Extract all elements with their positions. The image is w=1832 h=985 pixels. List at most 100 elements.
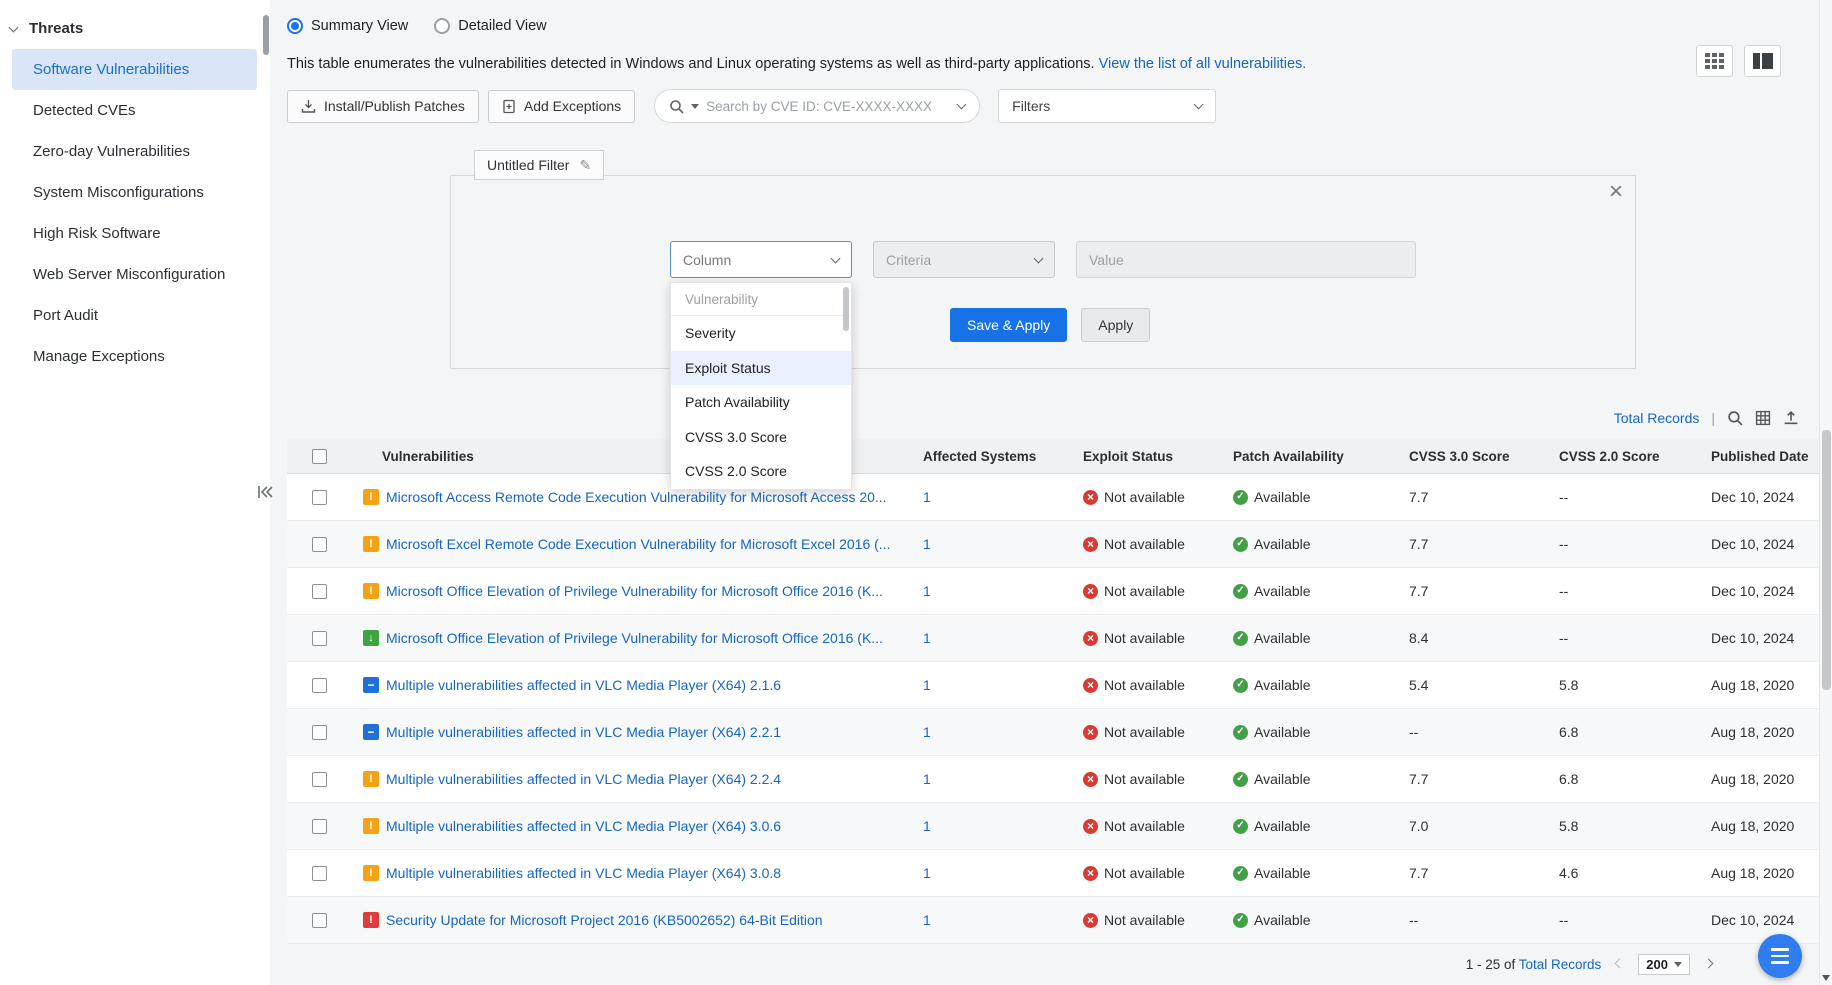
row-checkbox[interactable] <box>312 866 327 881</box>
previous-page-icon[interactable] <box>1615 958 1625 968</box>
cvss3-value: 7.7 <box>1397 536 1547 552</box>
page-scrollbar[interactable] <box>1819 0 1832 985</box>
column-select[interactable]: Column <box>670 241 852 278</box>
table-tools: Total Records | <box>1614 410 1799 426</box>
header-cvss2[interactable]: CVSS 2.0 Score <box>1547 449 1699 464</box>
row-checkbox[interactable] <box>312 631 327 646</box>
vulnerability-link[interactable]: Microsoft Office Elevation of Privilege … <box>386 630 883 646</box>
split-view-toggle-button[interactable] <box>1744 45 1781 77</box>
pagination-total-records-link[interactable]: Total Records <box>1519 957 1602 972</box>
next-page-icon[interactable] <box>1704 958 1714 968</box>
sidebar-item[interactable]: Detected CVEs <box>12 90 257 131</box>
edit-filter-name-icon[interactable]: ✎ <box>579 157 591 174</box>
header-affected-systems[interactable]: Affected Systems <box>911 449 1071 464</box>
sidebar-item[interactable]: Zero-day Vulnerabilities <box>12 131 257 172</box>
collapse-sidebar-button[interactable] <box>254 482 276 502</box>
affected-systems-link[interactable]: 1 <box>923 536 931 552</box>
not-available-icon <box>1083 631 1098 646</box>
install-publish-patches-button[interactable]: Install/Publish Patches <box>287 90 479 123</box>
affected-systems-link[interactable]: 1 <box>923 489 931 505</box>
total-records-link[interactable]: Total Records <box>1614 410 1700 426</box>
table-row: Multiple vulnerabilities affected in VLC… <box>287 756 1820 803</box>
search-chevron-down-icon[interactable] <box>957 100 967 110</box>
sidebar-item[interactable]: Web Server Misconfiguration <box>12 254 257 295</box>
severity-icon <box>363 630 379 646</box>
row-checkbox[interactable] <box>312 913 327 928</box>
row-checkbox[interactable] <box>312 819 327 834</box>
header-published-date[interactable]: Published Date <box>1699 449 1820 464</box>
cve-search-input[interactable] <box>706 99 951 114</box>
patch-availability-value: Available <box>1254 630 1311 646</box>
affected-systems-link[interactable]: 1 <box>923 818 931 834</box>
vulnerability-link[interactable]: Microsoft Excel Remote Code Execution Vu… <box>386 536 890 552</box>
available-icon <box>1233 490 1248 505</box>
affected-systems-link[interactable]: 1 <box>923 771 931 787</box>
dropdown-option[interactable]: CVSS 2.0 Score <box>671 454 851 489</box>
filter-controls: Column Vulnerability Severity Exploit St… <box>670 241 1416 278</box>
detailed-view-radio[interactable]: Detailed View <box>434 18 546 34</box>
dropdown-scrollbar-thumb[interactable] <box>843 287 849 331</box>
row-checkbox[interactable] <box>312 725 327 740</box>
sidebar-item[interactable]: Manage Exceptions <box>12 336 257 377</box>
row-checkbox[interactable] <box>312 772 327 787</box>
dropdown-option[interactable]: Exploit Status <box>671 351 851 386</box>
row-checkbox[interactable] <box>312 678 327 693</box>
close-filter-panel-icon[interactable]: × <box>1609 178 1623 207</box>
grid-view-toggle-button[interactable] <box>1696 45 1733 77</box>
quick-actions-fab[interactable] <box>1758 934 1802 978</box>
affected-systems-link[interactable]: 1 <box>923 724 931 740</box>
vulnerability-link[interactable]: Security Update for Microsoft Project 20… <box>386 912 823 928</box>
summary-view-radio[interactable]: Summary View <box>287 18 408 34</box>
search-scope-caret-icon[interactable] <box>691 104 699 109</box>
severity-icon <box>363 865 379 881</box>
view-all-vulnerabilities-link[interactable]: View the list of all vulnerabilities. <box>1099 56 1307 72</box>
affected-systems-link[interactable]: 1 <box>923 583 931 599</box>
vulnerability-link[interactable]: Multiple vulnerabilities affected in VLC… <box>386 818 781 834</box>
column-options-dropdown: Vulnerability Severity Exploit Status Pa… <box>670 282 852 490</box>
sidebar-item[interactable]: Software Vulnerabilities <box>12 49 257 90</box>
table-grid-icon <box>1755 410 1771 426</box>
add-exceptions-button[interactable]: Add Exceptions <box>488 90 635 123</box>
filters-dropdown[interactable]: Filters <box>998 89 1216 123</box>
vulnerabilities-table: Vulnerabilities Affected Systems Exploit… <box>287 439 1820 944</box>
sidebar-section-header[interactable]: Threats <box>0 0 270 49</box>
vulnerability-link[interactable]: Multiple vulnerabilities affected in VLC… <box>386 771 781 787</box>
sidebar-item[interactable]: Port Audit <box>12 295 257 336</box>
page-size-select[interactable]: 200 <box>1638 954 1690 975</box>
row-checkbox[interactable] <box>312 584 327 599</box>
vulnerability-link[interactable]: Multiple vulnerabilities affected in VLC… <box>386 865 781 881</box>
export-button[interactable] <box>1783 410 1799 426</box>
criteria-select[interactable]: Criteria <box>873 241 1055 278</box>
affected-systems-link[interactable]: 1 <box>923 912 931 928</box>
vulnerability-link[interactable]: Multiple vulnerabilities affected in VLC… <box>386 724 781 740</box>
vulnerability-link[interactable]: Microsoft Access Remote Code Execution V… <box>386 489 887 505</box>
header-exploit-status[interactable]: Exploit Status <box>1071 449 1221 464</box>
table-search-button[interactable] <box>1727 410 1743 426</box>
row-checkbox[interactable] <box>312 537 327 552</box>
affected-systems-link[interactable]: 1 <box>923 865 931 881</box>
cvss2-value: 6.8 <box>1547 771 1699 787</box>
vulnerability-link[interactable]: Multiple vulnerabilities affected in VLC… <box>386 677 781 693</box>
save-and-apply-button[interactable]: Save & Apply <box>950 308 1067 342</box>
sidebar-item[interactable]: System Misconfigurations <box>12 172 257 213</box>
published-date-value: Aug 18, 2020 <box>1699 818 1820 834</box>
apply-button[interactable]: Apply <box>1081 308 1150 342</box>
scrollbar-down-arrow-icon[interactable] <box>1822 975 1830 981</box>
row-checkbox[interactable] <box>312 490 327 505</box>
header-cvss3[interactable]: CVSS 3.0 Score <box>1397 449 1547 464</box>
affected-systems-link[interactable]: 1 <box>923 677 931 693</box>
cvss2-value: 6.8 <box>1547 724 1699 740</box>
header-patch-availability[interactable]: Patch Availability <box>1221 449 1397 464</box>
affected-systems-link[interactable]: 1 <box>923 630 931 646</box>
scrollbar-thumb[interactable] <box>1822 430 1831 690</box>
dropdown-option[interactable]: CVSS 3.0 Score <box>671 420 851 455</box>
sidebar-scrollbar-thumb[interactable] <box>263 15 269 55</box>
column-chooser-button[interactable] <box>1755 410 1771 426</box>
dropdown-option[interactable]: Patch Availability <box>671 385 851 420</box>
select-all-checkbox[interactable] <box>312 449 327 464</box>
dropdown-option[interactable]: Severity <box>671 316 851 351</box>
filter-value-input[interactable] <box>1076 241 1416 278</box>
sidebar-item[interactable]: High Risk Software <box>12 213 257 254</box>
cvss3-value: 7.7 <box>1397 583 1547 599</box>
vulnerability-link[interactable]: Microsoft Office Elevation of Privilege … <box>386 583 883 599</box>
